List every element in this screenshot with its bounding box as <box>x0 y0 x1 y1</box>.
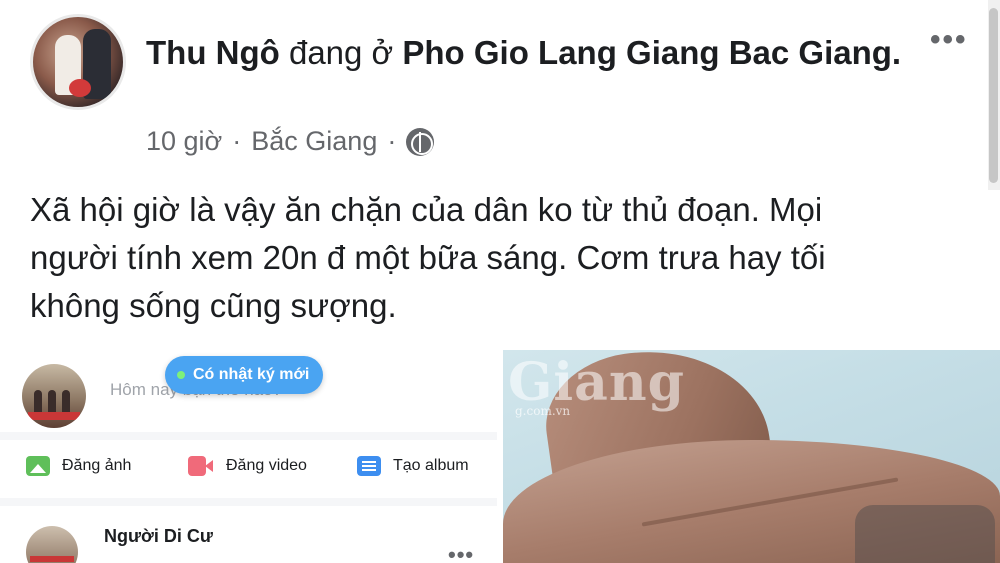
more-options-icon[interactable]: ••• <box>930 25 968 55</box>
author-avatar[interactable] <box>30 14 126 110</box>
location-link[interactable]: Pho Gio Lang Giang Bac Giang. <box>402 34 901 71</box>
avatar-banner <box>28 412 80 420</box>
feed-item-name: Người Di Cư <box>104 526 213 546</box>
new-diary-label: Có nhật ký mới <box>193 366 310 383</box>
post-video-label: Đăng video <box>226 457 307 474</box>
post-meta: 10 giờ · Bắc Giang · <box>146 126 435 157</box>
post-video-action: Đăng video <box>188 456 307 476</box>
create-album-action: Tạo album <box>357 456 469 476</box>
watermark-url: g.com.vn <box>515 404 571 418</box>
album-icon <box>357 456 381 476</box>
embedded-app-screenshot: Hôm nay bạn thế nào? Có nhật ký mới Đăng… <box>0 350 497 563</box>
location-prefix: đang ở <box>288 34 394 71</box>
post-place: Bắc Giang <box>251 126 378 156</box>
post-photo-action: Đăng ảnh <box>26 456 131 476</box>
new-diary-pill: Có nhật ký mới <box>165 356 324 394</box>
video-icon <box>188 456 213 476</box>
author-line: Thu Ngô đang ở Pho Gio Lang Giang Bac Gi… <box>146 28 906 78</box>
post-time[interactable]: 10 giờ <box>146 126 222 157</box>
scrollbar-thumb[interactable] <box>989 8 998 183</box>
post-body-text: Xã hội giờ là vậy ăn chặn của dân ko từ … <box>30 191 826 324</box>
avatar-banner <box>30 556 74 562</box>
post-header: Thu Ngô đang ở Pho Gio Lang Giang Bac Gi… <box>0 0 1000 175</box>
meta-separator: · <box>232 126 242 156</box>
post-photo-label: Đăng ảnh <box>62 457 132 474</box>
create-album-label: Tạo album <box>393 457 469 474</box>
feed-item-more-icon: ••• <box>448 542 475 563</box>
meta-separator-2: · <box>387 126 397 156</box>
green-dot-icon <box>177 371 185 379</box>
author-name[interactable]: Thu Ngô <box>146 34 280 71</box>
globe-icon[interactable] <box>406 127 435 156</box>
feed-item: Người Di Cư ••• <box>0 506 497 563</box>
status-composer: Hôm nay bạn thế nào? Có nhật ký mới <box>0 350 497 432</box>
avatar-flower-bouquet <box>69 79 91 97</box>
feed-item-avatar <box>26 526 78 563</box>
photo-overlay-corner <box>855 505 995 563</box>
photo-icon <box>26 456 50 476</box>
composer-actions: Đăng ảnh Đăng video Tạo album <box>0 440 497 498</box>
composer-avatar <box>22 364 86 428</box>
